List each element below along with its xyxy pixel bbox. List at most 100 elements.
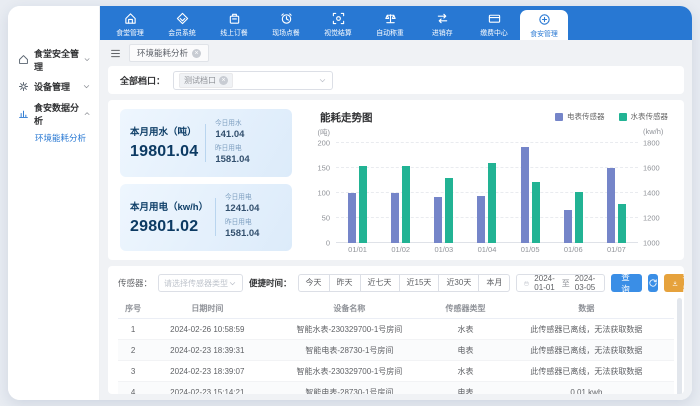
tab-label: 环境能耗分析 [137,47,188,59]
table-cell: 2024-02-23 18:39:07 [148,361,266,382]
table-row[interactable]: 12024-02-26 10:58:59智能水表-230329700-1号房间水… [118,319,674,340]
online-order-icon [228,12,241,25]
nav-item-food-safety[interactable]: 食安管理 [520,10,568,40]
divider [205,124,206,162]
bar-water[interactable] [532,182,540,243]
bar-electric[interactable] [391,193,399,243]
bar-electric[interactable] [607,168,615,244]
bar-group-01/06 [552,143,595,243]
x-tick-label: 01/02 [379,245,422,254]
right-tick: 1800 [643,139,660,148]
tab-environment-energy[interactable]: 环境能耗分析 × [129,44,209,62]
bar-water[interactable] [618,204,626,243]
table-cell: 3 [118,361,148,382]
stat-value: 19801.04 [130,143,198,161]
sidebar-subitem-environment-energy[interactable]: 环境能耗分析 [8,127,99,149]
app-window: 食堂安全管理设备管理食安数据分析环境能耗分析 食堂管理会员系统线上订餐现场点餐视… [8,6,692,400]
nav-item-inventory[interactable]: 进销存 [416,6,468,40]
left-tick: 100 [317,189,330,198]
sub-label: 昨日用电 [225,218,258,228]
column-header: 设备名称 [266,299,432,319]
tab-close-icon[interactable]: × [192,49,201,58]
quick-time-button-昨天[interactable]: 昨天 [329,274,361,292]
table-row[interactable]: 32024-02-23 18:39:07智能水表-230329700-1号房间水… [118,361,674,382]
bar-water[interactable] [575,192,583,243]
quick-time-button-近七天[interactable]: 近七天 [360,274,400,292]
left-tick: 0 [326,239,330,248]
left-axis-ticks: 050100150200 [306,143,336,243]
nav-item-label: 现场点餐 [272,27,300,37]
onsite-order-icon [280,12,293,25]
bar-water[interactable] [488,163,496,243]
legend-water-meter[interactable]: 水表传感器 [619,111,669,122]
quick-time-button-本月[interactable]: 本月 [478,274,510,292]
legend-electric-meter[interactable]: 电表传感器 [555,111,605,122]
quick-time-button-近30天[interactable]: 近30天 [438,274,479,292]
payment-center-icon [488,12,501,25]
export-button[interactable]: 导出 [664,274,684,292]
quick-time-button-今天[interactable]: 今天 [298,274,330,292]
date-separator: 至 [562,278,570,289]
column-header: 日期时间 [148,299,266,319]
table-cell: 智能水表-230329700-1号房间 [266,361,432,382]
refresh-button[interactable] [648,274,658,292]
stall-select[interactable]: 测试档口 × [173,71,333,90]
nav-item-canteen[interactable]: 食堂管理 [104,6,156,40]
nav-item-auto-weigh[interactable]: 自动称重 [364,6,416,40]
bar-water[interactable] [445,178,453,244]
table-cell: 此传感器已离线，无法获取数据 [499,319,674,340]
table-row[interactable]: 22024-02-23 18:39:31智能电表-28730-1号房间电表此传感… [118,340,674,361]
left-axis-unit: (吨) [318,127,331,138]
table-cell: 0.01 kwh [499,382,674,395]
date-start[interactable]: 2024-01-01 [534,274,557,292]
sidebar-item-label: 食堂安全管理 [34,47,83,73]
table-cell: 此传感器已离线，无法获取数据 [499,340,674,361]
chart-title: 能耗走势图 [320,110,373,125]
monthly-water-card: 本月用水（吨） 19801.04 今日用水 141.04 昨日用电 1581.0… [120,109,292,177]
table-scrollbar[interactable] [677,298,682,394]
table-cell: 4 [118,382,148,395]
calendar-icon [524,279,529,288]
table-cell: 此传感器已离线，无法获取数据 [499,361,674,382]
left-tick: 200 [317,139,330,148]
stall-tag-label: 测试档口 [184,75,216,86]
bar-electric[interactable] [348,193,356,243]
nav-item-payment-center[interactable]: 缴费中心 [468,6,520,40]
bar-electric[interactable] [521,147,529,243]
right-axis: (kw/h) 10001200140016001800 [638,127,672,251]
plot-area: 01/0101/0201/0301/0401/0501/0601/07 [336,127,638,251]
sub-value: 1241.04 [225,203,259,214]
bar-group-01/03 [422,143,465,243]
stats-column: 本月用水（吨） 19801.04 今日用水 141.04 昨日用电 1581.0… [120,109,292,251]
sub-value: 1581.04 [215,154,249,165]
bar-electric[interactable] [564,210,572,243]
left-tick: 50 [322,214,330,223]
right-axis-unit: (kw/h) [643,127,663,136]
bar-electric[interactable] [434,197,442,243]
date-range-picker[interactable]: 2024-01-01 至 2024-03-05 [516,274,605,292]
bar-electric[interactable] [477,196,485,244]
table-cell: 2 [118,340,148,361]
table-row[interactable]: 42024-02-23 15:14:21智能电表-28730-1号房间电表0.0… [118,382,674,395]
date-end[interactable]: 2024-03-05 [575,274,598,292]
nav-item-onsite-order[interactable]: 现场点餐 [260,6,312,40]
analysis-icon [18,108,29,119]
quick-time-button-近15天[interactable]: 近15天 [399,274,440,292]
nav-item-online-order[interactable]: 线上订餐 [208,6,260,40]
left-axis: (吨) 050100150200 [306,127,336,251]
sidebar-item-1[interactable]: 食堂安全管理 [8,46,99,73]
bar-group-01/02 [379,143,422,243]
sidebar-item-2[interactable]: 设备管理 [8,73,99,100]
collapse-menu-icon[interactable] [110,48,121,59]
right-axis-ticks: 10001200140016001800 [638,143,672,243]
query-button[interactable]: 查询 [611,274,642,292]
sidebar-item-3[interactable]: 食安数据分析 [8,100,99,127]
bar-water[interactable] [359,166,367,244]
table-cell: 电表 [432,382,498,395]
sensor-select[interactable]: 请选择传感器类型 [158,274,243,292]
nav-item-member[interactable]: 会员系统 [156,6,208,40]
bar-group-01/04 [465,143,508,243]
bar-water[interactable] [402,166,410,244]
stall-tag-close-icon[interactable]: × [219,76,228,85]
nav-item-visual-checkout[interactable]: 视觉结算 [312,6,364,40]
